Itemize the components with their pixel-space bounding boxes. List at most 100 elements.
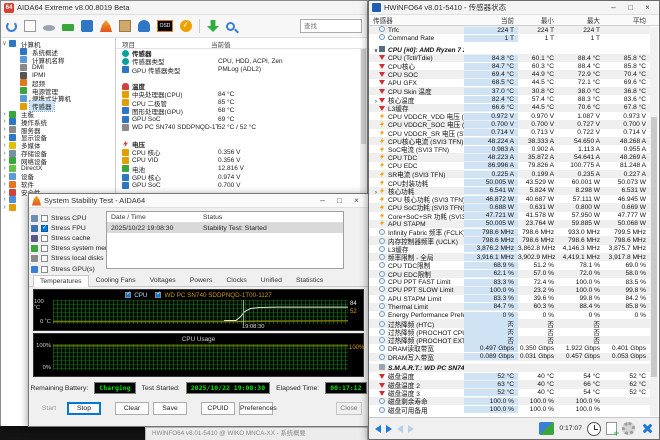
column-header-max[interactable]: 最大	[558, 15, 604, 25]
add-report-icon[interactable]	[606, 422, 617, 435]
minimize-button[interactable]: –	[605, 1, 622, 14]
maximize-button[interactable]: □	[331, 194, 348, 207]
stress-checkbox[interactable]	[41, 215, 48, 222]
tree-expander-icon[interactable]	[1, 196, 8, 203]
dialog-button[interactable]: Stop	[67, 402, 101, 415]
tab[interactable]: Temperatures	[33, 275, 89, 287]
user-icon[interactable]	[138, 20, 150, 32]
dialog-button[interactable]: Preferences	[239, 402, 273, 415]
close-button[interactable]: ×	[348, 194, 365, 207]
tab[interactable]: Statistics	[289, 274, 330, 286]
column-header-item[interactable]: 项目	[116, 39, 211, 49]
sensor-info-row[interactable]: GPU SoC 69 °C	[116, 115, 367, 123]
report-icon[interactable]	[24, 20, 36, 32]
tab[interactable]: Powers	[183, 274, 220, 286]
download-icon[interactable]	[207, 20, 219, 32]
dialog-button[interactable]: Start	[35, 402, 63, 415]
log-col-status[interactable]: Status	[203, 214, 222, 221]
sensor-row[interactable]: Thermal Limit 84.7 % 60.3 % 88.4 % 85.8 …	[369, 303, 650, 311]
tab[interactable]: Cooling Fans	[89, 274, 143, 286]
legend-checkbox[interactable]	[155, 292, 161, 298]
sensor-row[interactable]: APU STAPM Limit 83.3 % 39.6 % 99.8 % 84.…	[369, 295, 650, 303]
device-icon[interactable]	[43, 25, 55, 31]
aida64-titlebar[interactable]: 64 AIDA64 Extreme v8.00.8019 Beta	[1, 1, 367, 15]
graph-legend-item[interactable]: WD PC SN740 SDDPNQD-1T00-1127	[155, 292, 271, 299]
scrollbar-thumb[interactable]	[361, 49, 366, 144]
scrollbar-thumb[interactable]	[651, 117, 657, 377]
tree-expander-icon[interactable]	[1, 173, 8, 180]
tree-expander-icon[interactable]	[1, 40, 8, 47]
column-header-avg[interactable]: 平均	[604, 15, 650, 25]
sensor-row[interactable]: Command Rate 1 T 1 T 1 T	[369, 34, 650, 42]
sidebar-tree-item[interactable]: DMI	[1, 63, 115, 71]
tree-expander-icon[interactable]	[1, 142, 8, 149]
tree-expander-icon[interactable]	[1, 150, 8, 157]
stress-checkbox[interactable]	[41, 235, 48, 242]
tree-expander-icon[interactable]	[1, 126, 8, 133]
sensor-row[interactable]: SoC电流 (SVI3 TFN) 0.983 A 0.902 A 1.113 A…	[369, 145, 650, 153]
dialog-button[interactable]: Close	[336, 402, 362, 415]
sensor-row[interactable]: CPU核心 84.7 °C 60.3 °C 88.4 °C 85.8 °C	[369, 62, 650, 70]
package-icon[interactable]	[119, 20, 131, 32]
tree-expander-icon[interactable]	[1, 165, 8, 172]
sidebar-tree-item[interactable]: 网络设备	[1, 157, 115, 165]
tab[interactable]: Voltages	[143, 274, 183, 286]
hwinfo-summary-window-titlebar[interactable]: HWiNFO64 v8.01-5410 @ WIKO MNCA-XX - 系统概…	[145, 427, 368, 440]
sensor-info-row[interactable]: 图形处理器(GPU) 68 °C	[116, 107, 367, 115]
sensor-row[interactable]: CPU SOC 69.4 °C 44.9 °C 72.9 °C 70.4 °C	[369, 70, 650, 78]
sensor-row[interactable]: CPU EDC限制 62.1 % 57.0 % 72.0 % 58.0 %	[369, 270, 650, 278]
sensor-row[interactable]: Core+SoC+SR 功耗 (SVI3 TFN) 47.721 W 41.57…	[369, 212, 650, 220]
column-header-min[interactable]: 最小	[518, 15, 558, 25]
refresh-icon[interactable]	[6, 21, 17, 32]
flame-icon[interactable]	[100, 20, 112, 32]
maximize-button[interactable]: □	[622, 1, 639, 14]
sensor-row[interactable]: CPU [#0]: AMD Ryzen 7 255: Enhanced	[369, 46, 650, 54]
close-button[interactable]: ×	[639, 1, 656, 14]
dialog-button[interactable]: Clear	[115, 402, 149, 415]
tab[interactable]: Clocks	[219, 274, 253, 286]
stress-checkbox[interactable]	[41, 225, 48, 232]
clock-icon[interactable]	[587, 422, 601, 436]
stability-titlebar[interactable]: System Stability Test - AIDA64 – □ ×	[29, 194, 368, 208]
sensor-info-row[interactable]: CPU 核心 0.356 V	[116, 148, 367, 156]
search-icon[interactable]	[226, 22, 235, 31]
gauge-icon[interactable]	[180, 20, 192, 32]
sensor-row[interactable]: DRAM写入带宽 0.089 Gbps 0.031 Gbps 0.457 Gbp…	[369, 353, 650, 361]
tree-expander-icon[interactable]	[1, 204, 8, 211]
tree-expander-icon[interactable]	[1, 111, 8, 118]
tab[interactable]: Unified	[254, 274, 289, 286]
sidebar-tree-item[interactable]: 计算机名称	[1, 56, 115, 64]
dialog-button[interactable]: CPUID	[201, 402, 235, 415]
sensor-info-row[interactable]: GPU 核心 0.974 V	[116, 173, 367, 181]
graph-legend-item[interactable]: CPU	[125, 292, 147, 299]
hwinfo-scrollbar[interactable]	[650, 27, 658, 416]
nav-back-icon[interactable]	[375, 425, 381, 433]
sensor-row[interactable]: CPU PPT FAST Limit 83.3 % 72.4 % 100.0 %…	[369, 278, 650, 286]
tree-expander-icon[interactable]	[1, 189, 8, 196]
sensor-info-row[interactable]: GPU SoC 0.700 V	[116, 181, 367, 189]
stress-checkbox[interactable]	[41, 255, 48, 262]
tree-expander-icon[interactable]	[1, 181, 8, 188]
sensor-row[interactable]: CPU PPT SLOW Limit 100.0 % 23.2 % 100.0 …	[369, 286, 650, 294]
sidebar-tree-item[interactable]: IPMI	[1, 71, 115, 79]
sensors-monitor-icon[interactable]	[539, 422, 554, 435]
close-x-icon[interactable]	[640, 422, 653, 435]
hwinfo-titlebar[interactable]: HWiNFO64 v8.01-5410 - 传感器状态 – □ ×	[369, 1, 659, 15]
tree-expander-icon[interactable]	[1, 157, 8, 164]
memory-icon[interactable]	[62, 24, 74, 31]
minimize-button[interactable]: –	[314, 194, 331, 207]
sensor-row[interactable]: 磁盘可用备用 100.0 % 100.0 % 100.0 %	[369, 405, 650, 413]
sensor-info-row[interactable]: WD PC SN740 SDDPNQD-1T... 52 °C / 52 °C	[116, 123, 367, 131]
osd-icon[interactable]: OSD	[157, 20, 173, 32]
settings-gear-icon[interactable]	[622, 422, 635, 435]
dialog-button[interactable]: Save	[153, 402, 187, 415]
stress-checkbox[interactable]	[41, 266, 48, 273]
log-col-datetime[interactable]: Date / Time	[107, 214, 203, 221]
column-header-current[interactable]: 当前	[464, 15, 518, 25]
column-header-value[interactable]: 当前值	[211, 39, 231, 49]
sensor-row[interactable]: CPU TDC 48.223 A 35.872 A 54.641 A 48.26…	[369, 153, 650, 161]
stress-checkbox[interactable]	[41, 245, 48, 252]
log-row[interactable]: 2025/10/22 19:08:30 Stability Test: Star…	[107, 223, 343, 233]
tree-expander-icon[interactable]	[1, 118, 8, 125]
sensor-info-row[interactable]: GPU 传感器类型 PMLog (ADL2)	[116, 66, 367, 74]
